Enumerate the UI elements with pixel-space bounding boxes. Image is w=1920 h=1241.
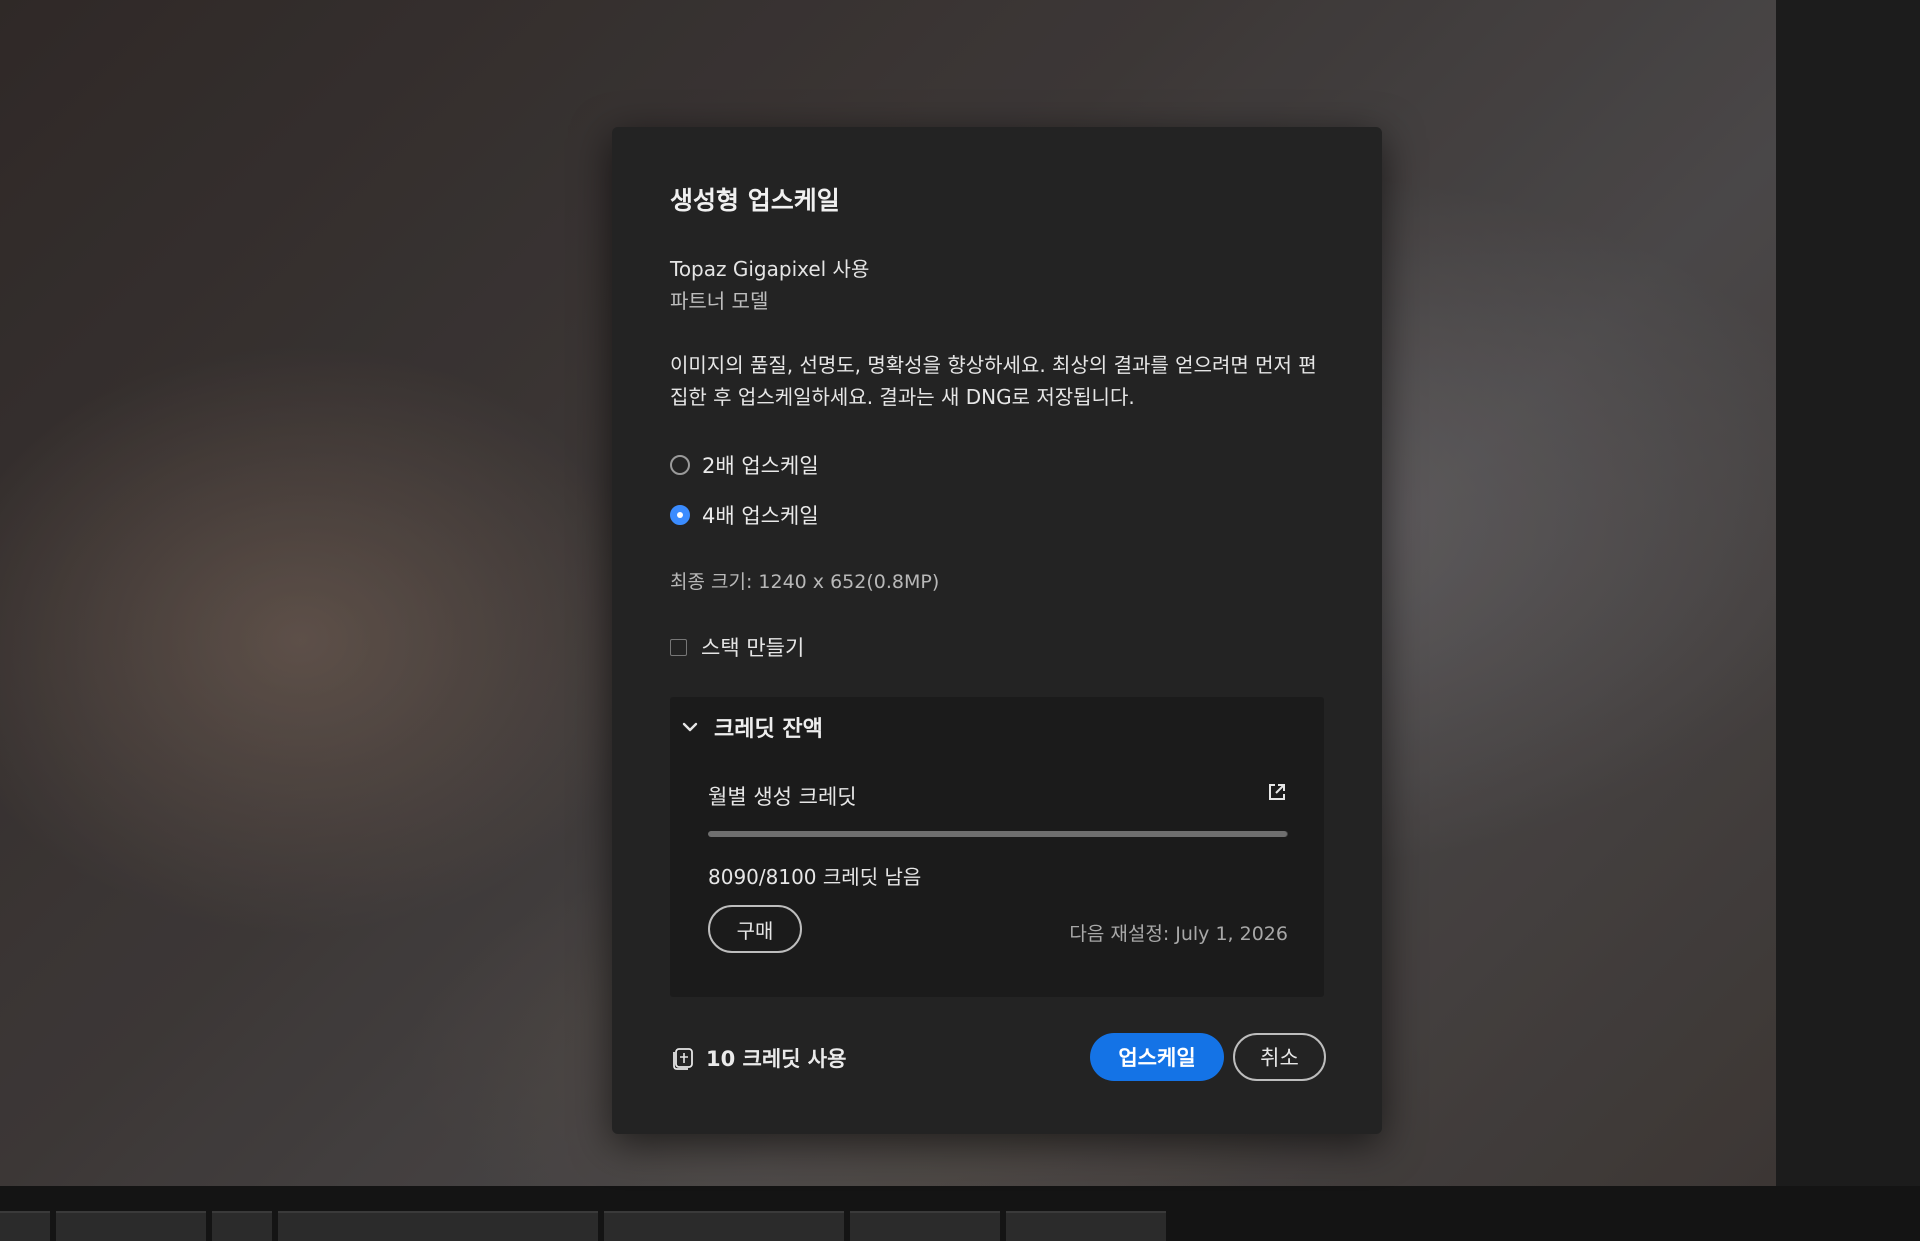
right-panel xyxy=(1776,0,1920,1186)
model-name: Topaz Gigapixel 사용 xyxy=(670,257,870,281)
radio-label: 2배 업스케일 xyxy=(702,454,819,478)
credit-progress-fill xyxy=(708,831,1288,837)
credit-usage: 10 크레딧 사용 xyxy=(670,1043,846,1073)
filmstrip-thumb[interactable] xyxy=(1006,1211,1166,1241)
upscale-button[interactable]: 업스케일 xyxy=(1090,1033,1224,1081)
final-size-text: 최종 크기: 1240 x 652(0.8MP) xyxy=(670,571,940,593)
dialog-description: 이미지의 품질, 선명도, 명확성을 향상하세요. 최상의 결과를 얻으려면 먼… xyxy=(670,353,1317,409)
dialog-title: 생성형 업스케일 xyxy=(670,186,840,215)
create-stack-checkbox[interactable] xyxy=(670,638,687,656)
filmstrip-thumb[interactable] xyxy=(278,1211,598,1241)
credits-icon xyxy=(673,1048,693,1070)
create-stack-label: 스택 만들기 xyxy=(701,636,805,660)
credit-balance-title: 크레딧 잔액 xyxy=(714,717,823,742)
credits-remaining: 8090/8100 크레딧 남음 xyxy=(708,865,922,889)
radio-button-checked[interactable] xyxy=(670,505,690,525)
cancel-button[interactable]: 취소 xyxy=(1233,1033,1326,1081)
filmstrip-thumb[interactable] xyxy=(604,1211,844,1241)
monthly-credits-label: 월별 생성 크레딧 xyxy=(708,785,857,809)
chevron-down-icon xyxy=(682,722,698,732)
filmstrip-thumb[interactable] xyxy=(0,1211,50,1241)
next-reset-date: 다음 재설정: July 1, 2026 xyxy=(1069,923,1288,945)
radio-label: 4배 업스케일 xyxy=(702,504,819,528)
radio-option-4x[interactable]: 4배 업스케일 xyxy=(670,500,819,530)
filmstrip xyxy=(0,1186,1920,1241)
credit-progress-bar xyxy=(708,831,1288,837)
credit-balance-panel: 크레딧 잔액 월별 생성 크레딧 8090/8100 크레딧 남음 구매 다음 … xyxy=(670,697,1324,997)
generative-upscale-dialog: 생성형 업스케일 Topaz Gigapixel 사용 파트너 모델 이미지의 … xyxy=(612,127,1382,1134)
model-subtitle: 파트너 모델 xyxy=(670,289,769,313)
buy-button[interactable]: 구매 xyxy=(708,905,802,953)
filmstrip-thumb[interactable] xyxy=(212,1211,272,1241)
credit-balance-toggle[interactable]: 크레딧 잔액 xyxy=(680,711,823,743)
credit-usage-label: 10 크레딧 사용 xyxy=(706,1047,847,1071)
filmstrip-thumb[interactable] xyxy=(850,1211,1000,1241)
filmstrip-thumb[interactable] xyxy=(56,1211,206,1241)
radio-button[interactable] xyxy=(670,455,690,475)
radio-option-2x[interactable]: 2배 업스케일 xyxy=(670,450,819,480)
create-stack-option[interactable]: 스택 만들기 xyxy=(670,632,804,662)
external-link-icon[interactable] xyxy=(1266,781,1288,803)
